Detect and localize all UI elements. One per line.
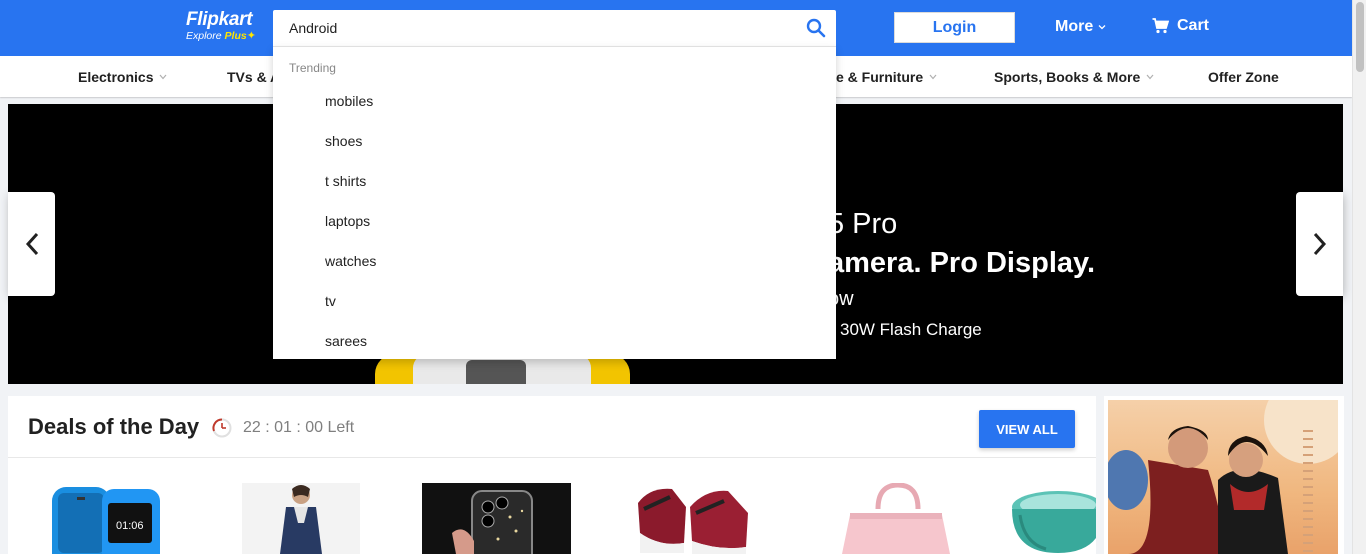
suggestion-item[interactable]: tv bbox=[325, 293, 336, 309]
banner-feature-text: 30W Flash Charge bbox=[840, 320, 982, 339]
deal-product-kitchen-appliance[interactable] bbox=[1006, 483, 1096, 554]
kurta-image bbox=[280, 485, 322, 554]
deal-product-kurta[interactable] bbox=[242, 483, 360, 554]
deal-product-sneakers[interactable] bbox=[630, 483, 756, 554]
brand-name: Flipkart bbox=[186, 9, 253, 30]
side-promo-banner[interactable] bbox=[1104, 396, 1344, 554]
handbag-image bbox=[842, 483, 950, 554]
banner-phone-camera bbox=[466, 360, 526, 384]
chevron-down-icon bbox=[160, 74, 167, 80]
cart-icon bbox=[1152, 18, 1169, 34]
view-all-button[interactable]: VIEW ALL bbox=[979, 410, 1075, 448]
search-bar bbox=[273, 10, 836, 46]
more-menu[interactable]: More bbox=[1055, 18, 1106, 36]
page-scrollbar[interactable] bbox=[1352, 0, 1366, 554]
deal-product-handbag[interactable] bbox=[830, 483, 964, 554]
deal-timer: 22 : 01 : 00 Left bbox=[243, 419, 355, 436]
deal-product-feature-phone[interactable]: 01:06 bbox=[50, 483, 162, 554]
chevron-down-icon bbox=[1098, 25, 1106, 30]
scrollbar-thumb[interactable] bbox=[1356, 2, 1364, 72]
suggestion-item[interactable]: laptops bbox=[325, 213, 370, 229]
kitchen-appliance-image bbox=[1012, 491, 1096, 553]
brand-tagline: Explore Plus✦ bbox=[186, 30, 256, 42]
category-home-furniture[interactable]: e & Furniture bbox=[836, 69, 937, 85]
chevron-right-icon bbox=[1313, 232, 1326, 256]
promo-image bbox=[1108, 400, 1338, 554]
suggestion-item[interactable]: t shirts bbox=[325, 173, 366, 189]
cart-link[interactable]: Cart bbox=[1152, 17, 1209, 35]
search-icon[interactable] bbox=[806, 18, 826, 38]
trending-heading: Trending bbox=[289, 61, 336, 75]
search-input[interactable] bbox=[273, 10, 793, 46]
category-offer-zone[interactable]: Offer Zone bbox=[1208, 69, 1279, 85]
flipkart-logo[interactable]: Flipkart Explore Plus✦ bbox=[186, 9, 256, 43]
chevron-down-icon bbox=[929, 74, 937, 80]
plus-icon: ✦ bbox=[246, 30, 256, 42]
login-button[interactable]: Login bbox=[894, 12, 1015, 43]
phone-case-image bbox=[452, 490, 533, 554]
suggestion-item[interactable]: shoes bbox=[325, 133, 362, 149]
chevron-down-icon bbox=[1146, 74, 1154, 80]
suggestion-item[interactable]: watches bbox=[325, 253, 376, 269]
carousel-next-button[interactable] bbox=[1296, 192, 1343, 296]
sneakers-image bbox=[638, 488, 748, 554]
feature-phone-image: 01:06 bbox=[52, 487, 160, 554]
svg-text:01:06: 01:06 bbox=[116, 520, 144, 532]
search-suggestions-dropdown: Trending mobiles shoes t shirts laptops … bbox=[273, 46, 836, 359]
banner-headline: 5 Pro bbox=[828, 208, 898, 240]
cart-label: Cart bbox=[1177, 17, 1210, 34]
category-sports-books[interactable]: Sports, Books & More bbox=[994, 69, 1154, 85]
banner-subheadline: amera. Pro Display. bbox=[828, 247, 1096, 279]
deal-product-phone-case[interactable] bbox=[422, 483, 571, 554]
divider bbox=[8, 457, 1096, 458]
suggestion-item[interactable]: sarees bbox=[325, 333, 367, 349]
carousel-prev-button[interactable] bbox=[8, 192, 55, 296]
suggestion-item[interactable]: mobiles bbox=[325, 93, 373, 109]
category-electronics[interactable]: Electronics bbox=[78, 69, 167, 85]
section-title: Deals of the Day bbox=[28, 414, 200, 439]
timer-icon bbox=[212, 418, 232, 438]
more-label: More bbox=[1055, 18, 1094, 35]
deals-of-the-day: Deals of the Day 22 : 01 : 00 Left VIEW … bbox=[8, 396, 1096, 554]
chevron-left-icon bbox=[25, 232, 38, 256]
